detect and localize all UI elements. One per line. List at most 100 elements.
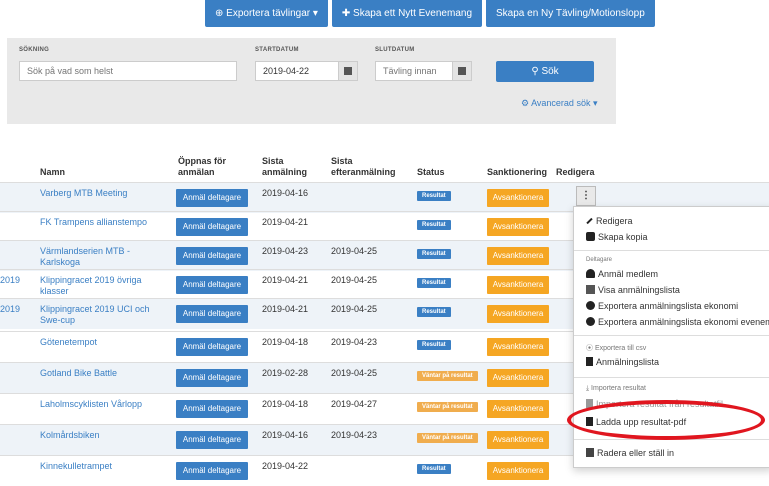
register-participant-button[interactable]: Anmäl deltagare — [176, 431, 248, 449]
row-last-date: 2019-04-18 — [262, 337, 309, 347]
row-name-link[interactable]: Laholmscyklisten Vårlopp — [40, 399, 168, 410]
unsanction-button[interactable]: Avsanktionera — [487, 462, 549, 480]
user-icon — [586, 269, 595, 278]
file-icon — [586, 399, 593, 408]
register-participant-button[interactable]: Anmäl deltagare — [176, 369, 248, 387]
advanced-search-toggle[interactable]: ⚙ Avancerad sök ▾ — [521, 98, 597, 109]
menu-show-list[interactable]: Visa anmälningslista — [586, 285, 680, 296]
row-last-date: 2019-04-22 — [262, 461, 309, 471]
row-year: 2019 — [0, 275, 21, 285]
calendar-icon[interactable] — [452, 61, 472, 81]
status-badge[interactable]: Väntar på resultat — [417, 371, 478, 381]
menu-copy[interactable]: Skapa kopia — [586, 232, 648, 243]
new-event-button[interactable]: ✚ Skapa ett Nytt Evenemang — [331, 0, 483, 27]
menu-register-member[interactable]: Anmäl medlem — [586, 269, 658, 280]
row-late-date: 2019-04-27 — [331, 399, 378, 409]
menu-divider — [574, 439, 769, 440]
start-date-input[interactable]: 2019-04-22 — [255, 61, 339, 81]
pencil-icon — [586, 217, 593, 225]
row-name-link[interactable]: Kolmårdsbiken — [40, 430, 168, 441]
row-name-link[interactable]: Klippingracet 2019 övriga klasser — [40, 275, 168, 297]
row-last-date: 2019-04-21 — [262, 275, 309, 285]
row-last-date: 2019-04-23 — [262, 246, 309, 256]
row-last-date: 2019-04-18 — [262, 399, 309, 409]
register-participant-button[interactable]: Anmäl deltagare — [176, 218, 248, 236]
menu-divider — [574, 335, 769, 336]
list-icon — [586, 285, 595, 294]
header-sanction[interactable]: Sanktionering — [487, 167, 547, 178]
row-last-date: 2019-02-28 — [262, 368, 309, 378]
search-label: SÖKNING — [19, 47, 50, 53]
trash-icon — [586, 448, 594, 457]
header-status[interactable]: Status — [417, 167, 445, 178]
unsanction-button[interactable]: Avsanktionera — [487, 338, 549, 356]
menu-export-economy[interactable]: Exportera anmälningslista ekonomi — [586, 301, 738, 312]
unsanction-button[interactable]: Avsanktionera — [487, 189, 549, 207]
menu-export-economy-event[interactable]: Exportera anmälningslista ekonomi evenem… — [586, 317, 769, 328]
unsanction-button[interactable]: Avsanktionera — [487, 369, 549, 387]
calendar-icon[interactable] — [338, 61, 358, 81]
gear-icon: ⚙ — [521, 98, 532, 108]
row-name-link[interactable]: Götenetempot — [40, 337, 168, 348]
row-name-link[interactable]: FK Trampens allianstempo — [40, 217, 168, 228]
status-badge[interactable]: Resultat — [417, 340, 451, 350]
bank-icon — [586, 301, 595, 310]
row-last-date: 2019-04-16 — [262, 430, 309, 440]
row-late-date: 2019-04-23 — [331, 337, 378, 347]
row-actions-menu: Redigera Skapa kopia Deltagare Anmäl med… — [573, 206, 769, 468]
search-button-label: Sök — [541, 66, 559, 77]
export-icon: ⦿ — [586, 345, 595, 352]
unsanction-button[interactable]: Avsanktionera — [487, 247, 549, 265]
menu-edit[interactable]: Redigera — [586, 216, 633, 227]
register-participant-button[interactable]: Anmäl deltagare — [176, 338, 248, 356]
status-badge[interactable]: Väntar på resultat — [417, 402, 478, 412]
header-last[interactable]: Sista anmälning — [262, 156, 312, 178]
register-participant-button[interactable]: Anmäl deltagare — [176, 400, 248, 418]
status-badge[interactable]: Väntar på resultat — [417, 433, 478, 443]
register-participant-button[interactable]: Anmäl deltagare — [176, 189, 248, 207]
menu-upload-pdf[interactable]: Ladda upp resultat-pdf — [586, 417, 686, 428]
row-name-link[interactable]: Gotland Bike Battle — [40, 368, 168, 379]
status-badge[interactable]: Resultat — [417, 307, 451, 317]
unsanction-button[interactable]: Avsanktionera — [487, 276, 549, 294]
export-races-button[interactable]: ⊕ Exportera tävlingar ▾ — [205, 0, 328, 27]
header-edit: Redigera — [556, 167, 595, 177]
end-date-input[interactable] — [375, 61, 453, 81]
header-name[interactable]: Namn — [40, 167, 65, 178]
menu-copy-label: Skapa kopia — [598, 232, 648, 242]
file-pdf-icon — [586, 417, 593, 426]
row-actions-button[interactable]: ⋮ — [576, 186, 596, 206]
status-badge[interactable]: Resultat — [417, 191, 451, 201]
register-participant-button[interactable]: Anmäl deltagare — [176, 462, 248, 480]
status-badge[interactable]: Resultat — [417, 220, 451, 230]
menu-divider — [574, 377, 769, 378]
row-late-date: 2019-04-25 — [331, 275, 378, 285]
menu-delete[interactable]: Radera eller ställ in — [586, 448, 674, 459]
menu-registration-list[interactable]: Anmälningslista — [586, 357, 659, 368]
register-participant-button[interactable]: Anmäl deltagare — [176, 247, 248, 265]
status-badge[interactable]: Resultat — [417, 249, 451, 259]
header-late[interactable]: Sista efteranmälning — [331, 156, 396, 178]
menu-upload-file[interactable]: Importera resultat från resultatfil — [586, 399, 723, 410]
header-opens[interactable]: Öppnas för anmälan — [178, 156, 238, 178]
search-button[interactable]: ⚲ Sök — [496, 61, 594, 82]
row-last-date: 2019-04-21 — [262, 217, 309, 227]
unsanction-button[interactable]: Avsanktionera — [487, 305, 549, 323]
row-last-date: 2019-04-21 — [262, 304, 309, 314]
status-badge[interactable]: Resultat — [417, 278, 451, 288]
row-name-link[interactable]: Kinnekulletrampet — [40, 461, 168, 472]
row-name-link[interactable]: Klippingracet 2019 UCI och Swe-cup — [40, 304, 168, 326]
register-participant-button[interactable]: Anmäl deltagare — [176, 305, 248, 323]
unsanction-button[interactable]: Avsanktionera — [487, 218, 549, 236]
menu-edit-label: Redigera — [596, 216, 633, 226]
new-race-button[interactable]: Skapa en Ny Tävling/Motionslopp — [486, 0, 655, 27]
register-participant-button[interactable]: Anmäl deltagare — [176, 276, 248, 294]
unsanction-button[interactable]: Avsanktionera — [487, 400, 549, 418]
row-name-link[interactable]: Varberg MTB Meeting — [40, 188, 168, 199]
menu-participants-header: Deltagare — [586, 257, 613, 263]
search-input[interactable] — [19, 61, 237, 81]
row-late-date: 2019-04-23 — [331, 430, 378, 440]
row-name-link[interactable]: Värmlandserien MTB - Karlskoga — [40, 246, 168, 268]
unsanction-button[interactable]: Avsanktionera — [487, 431, 549, 449]
bank-icon — [586, 317, 595, 326]
